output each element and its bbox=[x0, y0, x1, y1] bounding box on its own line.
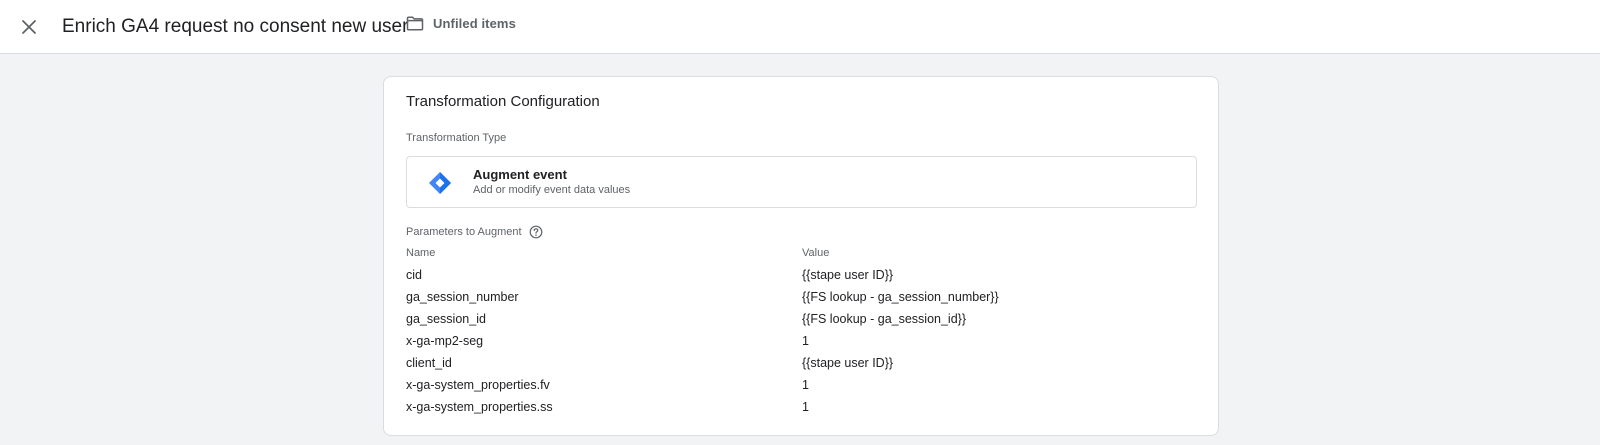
transformation-configuration-card[interactable]: Transformation Configuration Transformat… bbox=[383, 76, 1219, 436]
parameter-value: {{FS lookup - ga_session_number}} bbox=[802, 290, 999, 304]
table-row: x-ga-system_properties.ss 1 bbox=[406, 397, 1196, 419]
table-row: ga_session_number {{FS lookup - ga_sessi… bbox=[406, 287, 1196, 309]
augment-event-icon bbox=[429, 172, 451, 194]
parameter-name: cid bbox=[406, 268, 422, 282]
parameter-name: x-ga-system_properties.fv bbox=[406, 378, 550, 392]
close-icon bbox=[22, 20, 36, 34]
parameter-value: 1 bbox=[802, 400, 809, 414]
parameter-value: {{stape user ID}} bbox=[802, 268, 894, 282]
parameters-section-label: Parameters to Augment bbox=[406, 225, 543, 239]
parameter-value: {{stape user ID}} bbox=[802, 356, 894, 370]
table-row: ga_session_id {{FS lookup - ga_session_i… bbox=[406, 309, 1196, 331]
folder-selector[interactable]: Unfiled items bbox=[406, 16, 516, 31]
parameter-value: 1 bbox=[802, 334, 809, 348]
card-title: Transformation Configuration bbox=[406, 93, 600, 110]
parameter-name: ga_session_number bbox=[406, 290, 519, 304]
parameters-label-text: Parameters to Augment bbox=[406, 226, 522, 238]
transformation-type-label: Transformation Type bbox=[406, 132, 507, 144]
page-title[interactable]: Enrich GA4 request no consent new user bbox=[62, 15, 408, 39]
column-header-value: Value bbox=[802, 247, 830, 259]
table-row: x-ga-system_properties.fv 1 bbox=[406, 375, 1196, 397]
parameter-name: ga_session_id bbox=[406, 312, 486, 326]
table-row: x-ga-mp2-seg 1 bbox=[406, 331, 1196, 353]
transformation-type-name: Augment event bbox=[473, 167, 567, 182]
parameter-name: client_id bbox=[406, 356, 452, 370]
top-bar: Enrich GA4 request no consent new user U… bbox=[0, 0, 1600, 54]
parameter-name: x-ga-mp2-seg bbox=[406, 334, 484, 348]
help-icon[interactable] bbox=[529, 225, 543, 239]
column-header-name: Name bbox=[406, 247, 436, 259]
transformation-type-option[interactable]: Augment event Add or modify event data v… bbox=[406, 156, 1197, 208]
parameter-value: {{FS lookup - ga_session_id}} bbox=[802, 312, 967, 326]
parameter-value: 1 bbox=[802, 378, 809, 392]
parameter-name: x-ga-system_properties.ss bbox=[406, 400, 553, 414]
close-button[interactable] bbox=[16, 14, 42, 40]
transformation-type-description: Add or modify event data values bbox=[473, 184, 631, 196]
parameters-table: cid {{stape user ID}} ga_session_number … bbox=[406, 265, 1196, 419]
folder-icon bbox=[406, 16, 424, 31]
table-row: client_id {{stape user ID}} bbox=[406, 353, 1196, 375]
folder-label: Unfiled items bbox=[433, 16, 516, 31]
table-row: cid {{stape user ID}} bbox=[406, 265, 1196, 287]
